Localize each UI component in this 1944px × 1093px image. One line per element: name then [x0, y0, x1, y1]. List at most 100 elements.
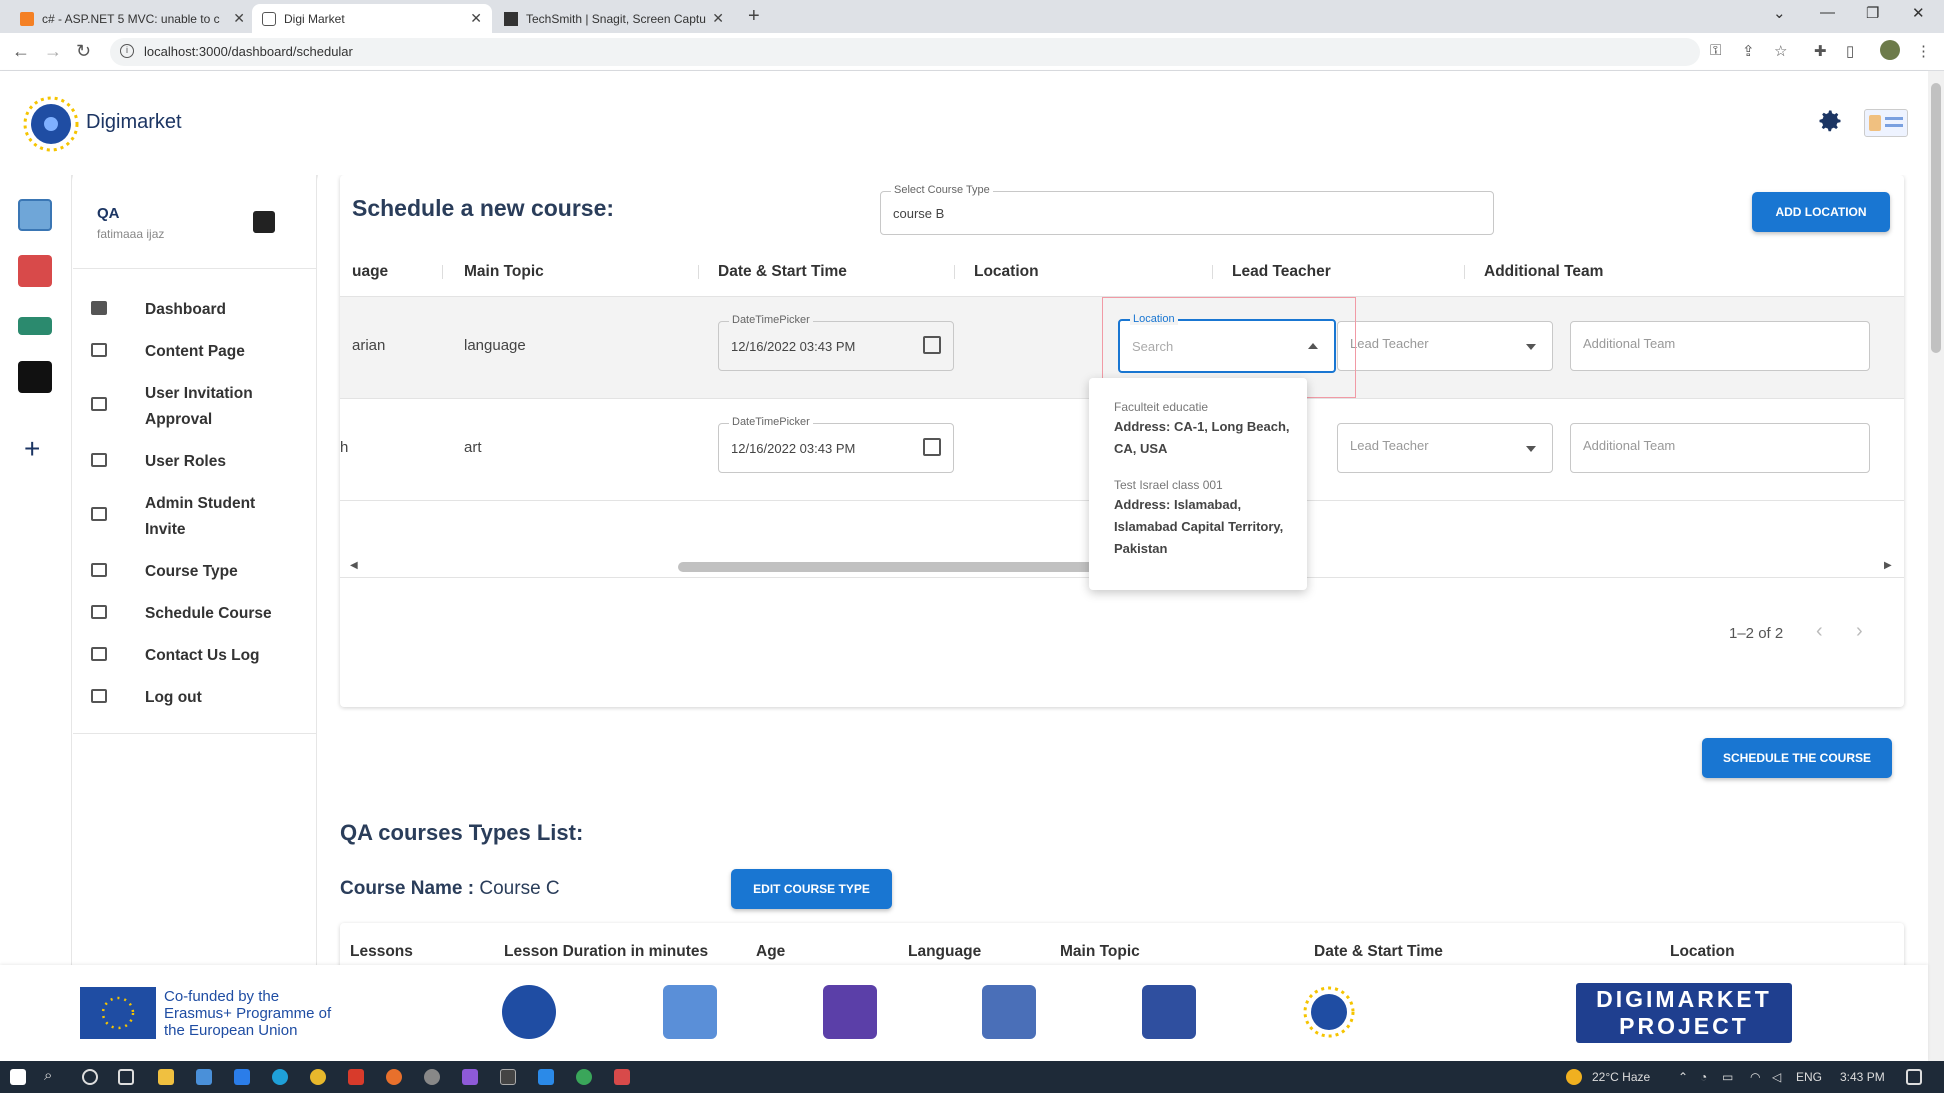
share-icon[interactable]: ⇪	[1742, 42, 1755, 60]
minimize-icon[interactable]: —	[1820, 4, 1835, 21]
edge-icon[interactable]	[272, 1069, 288, 1085]
vertical-scroll-thumb[interactable]	[1931, 83, 1941, 353]
column-header[interactable]: Lead Teacher	[1232, 263, 1331, 281]
browser-tab-techsmith[interactable]: TechSmith | Snagit, Screen Captu ✕	[494, 4, 734, 33]
terminal-icon[interactable]	[500, 1069, 516, 1085]
card-icon[interactable]	[18, 317, 52, 335]
notifications-icon[interactable]	[1906, 1069, 1922, 1085]
chevron-down-icon[interactable]	[1526, 446, 1536, 452]
visual-studio-icon[interactable]	[462, 1069, 478, 1085]
column-header[interactable]: Date & Start Time	[718, 263, 847, 281]
column-header[interactable]: Location	[1670, 943, 1735, 961]
cortana-icon[interactable]	[82, 1069, 98, 1085]
column-header[interactable]: Age	[756, 943, 785, 961]
chrome-icon[interactable]	[310, 1069, 326, 1085]
column-header[interactable]: Main Topic	[1060, 943, 1140, 961]
volume-icon[interactable]: ◁	[1772, 1070, 1781, 1084]
column-header[interactable]: uage	[352, 263, 388, 281]
square-icon[interactable]	[18, 361, 52, 393]
vertical-scrollbar[interactable]	[1928, 71, 1944, 1061]
sidebar-item-dashboard[interactable]: Dashboard	[73, 297, 317, 325]
mail-icon[interactable]	[234, 1069, 250, 1085]
column-header[interactable]: Location	[974, 263, 1039, 281]
sidebar-item-course-type[interactable]: Course Type	[73, 559, 317, 587]
language-indicator[interactable]: ENG	[1796, 1070, 1822, 1084]
star-icon[interactable]: ☆	[1774, 42, 1787, 60]
chevron-down-icon[interactable]: ⌄	[1773, 4, 1786, 22]
schedule-course-button[interactable]: SCHEDULE THE COURSE	[1702, 738, 1892, 778]
browser-tab-stackoverflow[interactable]: c# - ASP.NET 5 MVC: unable to c ✕	[10, 4, 255, 33]
sidebar-item-contact-us-log[interactable]: Contact Us Log	[73, 643, 317, 671]
key-icon[interactable]: ⚿	[1710, 42, 1721, 59]
column-header[interactable]: Main Topic	[464, 263, 544, 281]
task-view-icon[interactable]	[118, 1069, 134, 1085]
browser-tab-digimarket[interactable]: Digi Market ✕	[252, 4, 492, 33]
chevron-down-icon[interactable]	[1526, 344, 1536, 350]
info-icon[interactable]: i	[120, 44, 134, 58]
sidebar-item-schedule-course[interactable]: Schedule Course	[73, 601, 317, 629]
firefox-icon[interactable]	[386, 1069, 402, 1085]
close-window-icon[interactable]: ✕	[1912, 4, 1925, 22]
search-icon[interactable]: ⌕	[44, 1067, 52, 1084]
additional-team-select[interactable]: Additional Team	[1570, 321, 1870, 371]
restore-icon[interactable]: ❐	[1866, 4, 1879, 22]
gear-icon[interactable]	[1816, 107, 1844, 135]
scroll-right-icon[interactable]: ▶	[1884, 560, 1892, 571]
reload-icon[interactable]: ↻	[76, 41, 91, 62]
sidebar-item-content-page[interactable]: Content Page	[73, 339, 317, 367]
sidebar-item-log-out[interactable]: Log out	[73, 685, 317, 713]
lead-teacher-select[interactable]: Lead Teacher	[1337, 321, 1553, 371]
add-location-button[interactable]: ADD LOCATION	[1752, 192, 1890, 232]
address-bar[interactable]: i localhost:3000/dashboard/schedular	[110, 38, 1700, 66]
store-icon[interactable]	[196, 1069, 212, 1085]
settings-icon[interactable]	[424, 1069, 440, 1085]
chrome-icon[interactable]	[576, 1069, 592, 1085]
additional-team-select[interactable]: Additional Team	[1570, 423, 1870, 473]
location-option[interactable]: Faculteit educatie Address: CA-1, Long B…	[1089, 378, 1307, 456]
windows-start-icon[interactable]	[10, 1069, 26, 1085]
chevron-left-icon[interactable]: ‹	[1816, 620, 1823, 643]
calendar-icon[interactable]	[923, 336, 941, 354]
column-header[interactable]: Date & Start Time	[1314, 943, 1443, 961]
building-icon[interactable]	[18, 255, 52, 287]
datetime-picker[interactable]: DateTimePicker 12/16/2022 03:43 PM	[718, 314, 954, 371]
close-icon[interactable]: ✕	[712, 10, 724, 27]
chevron-right-icon[interactable]: ›	[1856, 620, 1863, 643]
office-icon[interactable]	[348, 1069, 364, 1085]
weather-text[interactable]: 22°C Haze	[1592, 1070, 1650, 1084]
account-box-icon[interactable]	[253, 211, 275, 233]
extensions-icon[interactable]: ✚	[1814, 42, 1827, 60]
id-card-icon[interactable]	[1864, 109, 1908, 137]
school-icon[interactable]	[18, 199, 52, 231]
column-header[interactable]: Language	[908, 943, 981, 961]
edit-course-type-button[interactable]: EDIT COURSE TYPE	[731, 869, 892, 909]
weather-icon[interactable]	[1566, 1069, 1582, 1085]
file-explorer-icon[interactable]	[158, 1069, 174, 1085]
scroll-left-icon[interactable]: ◀	[350, 560, 358, 571]
chevron-up-icon[interactable]: ⌃	[1678, 1070, 1688, 1084]
new-tab-icon[interactable]: +	[748, 5, 760, 28]
clock[interactable]: 3:43 PM	[1840, 1070, 1885, 1084]
close-icon[interactable]: ✕	[470, 10, 482, 27]
column-header[interactable]: Lesson Duration in minutes	[504, 943, 708, 961]
column-header[interactable]: Lessons	[350, 943, 413, 961]
profile-avatar[interactable]	[1880, 40, 1900, 60]
vscode-icon[interactable]	[538, 1069, 554, 1085]
lead-teacher-select[interactable]: Lead Teacher	[1337, 423, 1553, 473]
course-type-select[interactable]: Select Course Type course B	[880, 184, 1494, 235]
forward-icon[interactable]: →	[44, 41, 62, 62]
sidebar-item-user-roles[interactable]: User Roles	[73, 449, 317, 477]
location-option[interactable]: Test Israel class 001 Address: Islamabad…	[1089, 456, 1307, 586]
back-icon[interactable]: ←	[12, 41, 30, 62]
sidebar-item-admin-student-invite[interactable]: Admin Student Invite	[73, 491, 317, 543]
battery-icon[interactable]: ▭	[1722, 1070, 1733, 1084]
sidepanel-icon[interactable]: ▯	[1846, 42, 1854, 60]
wifi-icon[interactable]: ◠	[1750, 1070, 1760, 1084]
more-icon[interactable]: ⋮	[1916, 42, 1931, 60]
close-icon[interactable]: ✕	[233, 10, 245, 27]
snagit-icon[interactable]	[614, 1069, 630, 1085]
column-header[interactable]: Additional Team	[1484, 263, 1603, 281]
network-icon[interactable]: ◔	[1700, 1070, 1707, 1084]
sidebar-item-user-invitation-approval[interactable]: User Invitation Approval	[73, 381, 317, 433]
datetime-picker[interactable]: DateTimePicker 12/16/2022 03:43 PM	[718, 416, 954, 473]
